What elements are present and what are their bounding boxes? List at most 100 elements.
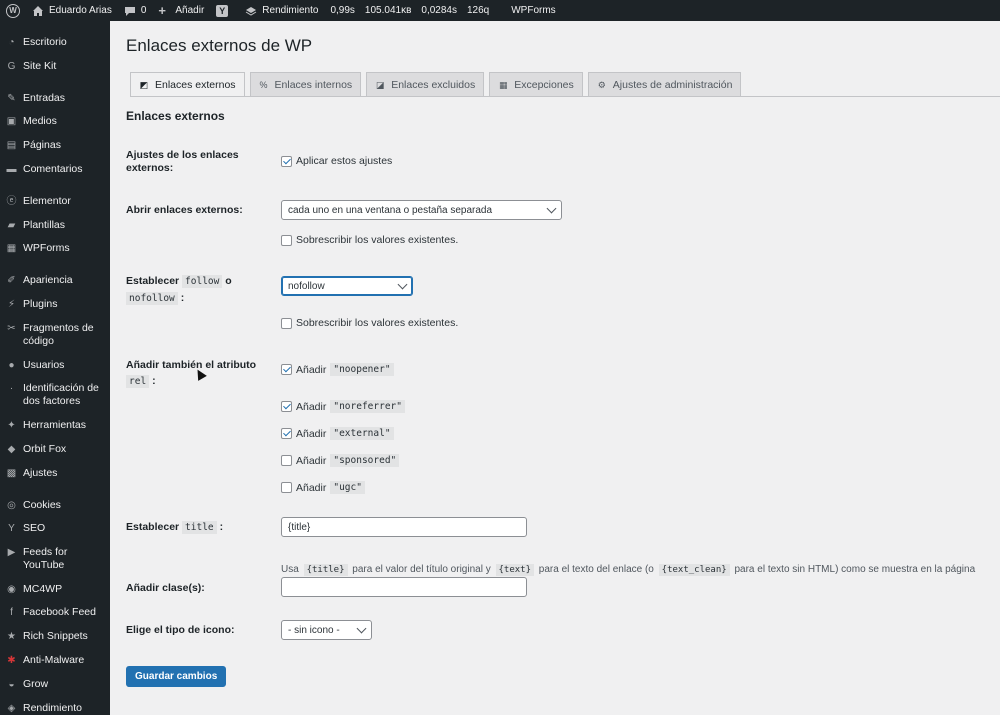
apply-settings-checkbox[interactable]: [281, 155, 292, 167]
sidebar-item-site-kit[interactable]: G Site Kit: [0, 60, 110, 73]
sidebar-item-label: Elementor: [23, 195, 71, 207]
overwrite-open-row[interactable]: Sobrescribir los valores existentes.: [281, 234, 458, 246]
tab-enlaces-excluidos[interactable]: ◪ Enlaces excluidos: [366, 72, 485, 97]
media-icon: ▣: [6, 116, 17, 127]
sidebar-item-label: Rich Snippets: [23, 630, 88, 642]
sidebar-item-plugins[interactable]: ⚡ Plugins: [0, 298, 110, 311]
sidebar-item-apariencia[interactable]: ✐ Apariencia: [0, 274, 110, 287]
dashboard-icon: ◔: [8, 37, 15, 48]
noreferrer-checkbox[interactable]: [281, 401, 292, 412]
tab-label: Enlaces excluidos: [391, 79, 476, 91]
tab-label: Excepciones: [514, 79, 574, 91]
add-label: Añadir: [296, 363, 327, 376]
rel-sponsored-row[interactable]: Añadir "sponsored": [281, 454, 400, 467]
sidebar-item-mc4wp[interactable]: ◉ MC4WP: [0, 583, 110, 596]
wp-logo-button[interactable]: W: [0, 0, 26, 21]
sidebar-item-comentarios[interactable]: ▬ Comentarios: [0, 163, 110, 176]
title-input-value: {title}: [288, 521, 311, 533]
users-icon: ●: [8, 360, 15, 371]
sidebar-item-dos-factores[interactable]: · Identificación de dos factores: [0, 382, 110, 408]
admin-sidebar: ◔ Escritorio G Site Kit ✎ Entradas ▣ Medios …: [0, 21, 110, 715]
sidebar-item-elementor[interactable]: ⓔ Elementor: [0, 195, 110, 208]
stat-time: 0,99s: [330, 5, 355, 16]
ugc-code: "ugc": [330, 481, 365, 494]
plus-icon: +: [158, 2, 166, 18]
sidebar-item-entradas[interactable]: ✎ Entradas: [0, 92, 110, 105]
comments-link[interactable]: 0: [118, 0, 153, 21]
add-new-label: Añadir: [175, 5, 205, 16]
stat-queries: 126q: [466, 5, 490, 16]
sidebar-item-youtube[interactable]: ▶ Feeds for YouTube: [0, 546, 110, 572]
sidebar-item-ajustes[interactable]: ▩ Ajustes: [0, 467, 110, 480]
rel-colon: :: [152, 375, 156, 387]
title-input[interactable]: {title}: [281, 517, 527, 537]
sidebar-item-grow[interactable]: ◒ Grow: [0, 678, 110, 691]
rel-noopener-row[interactable]: Añadir "noopener": [281, 363, 394, 376]
rel-noreferrer-row[interactable]: Añadir "noreferrer": [281, 400, 405, 413]
rel-ugc-row[interactable]: Añadir "ugc": [281, 481, 365, 494]
site-name: Eduardo Arias: [49, 5, 112, 16]
sidebar-item-seo[interactable]: Y SEO: [0, 522, 110, 535]
sidebar-item-anti-malware[interactable]: ✱ Anti-Malware: [0, 654, 110, 667]
nofollow-code: nofollow: [126, 292, 178, 305]
sponsored-checkbox[interactable]: [281, 455, 292, 466]
performance-menu[interactable]: Rendimiento: [239, 0, 324, 21]
save-button[interactable]: Guardar cambios: [126, 666, 227, 687]
query-monitor[interactable]: 0,99s 105.041ĸʙ 0,0284s 126q: [324, 0, 505, 21]
sidebar-item-usuarios[interactable]: ● Usuarios: [0, 359, 110, 372]
sidebar-item-label: MC4WP: [23, 583, 63, 595]
title-label-pre: Establecer: [126, 521, 180, 533]
malware-icon: ✱: [7, 655, 16, 666]
icon-type-select[interactable]: - sin icono -: [281, 620, 372, 640]
apply-settings-checkbox-row[interactable]: Aplicar estos ajustes: [281, 155, 392, 167]
sidebar-item-cookies[interactable]: ◎ Cookies: [0, 499, 110, 512]
wpforms-menu[interactable]: WPForms: [505, 0, 561, 21]
add-label: Añadir: [296, 454, 327, 467]
overwrite-open-checkbox[interactable]: [281, 234, 292, 246]
title-label: Establecer title :: [126, 521, 286, 534]
tab-enlaces-externos[interactable]: ◩ Enlaces externos: [130, 72, 245, 97]
sidebar-item-escritorio[interactable]: ◔ Escritorio: [0, 36, 110, 49]
tab-excepciones[interactable]: ▦ Excepciones: [489, 72, 583, 97]
rel-external-row[interactable]: Añadir "external": [281, 427, 394, 440]
class-input[interactable]: [281, 577, 527, 597]
site-name-link[interactable]: Eduardo Arias: [26, 0, 118, 21]
sidebar-item-label: Facebook Feed: [23, 606, 96, 618]
open-links-label: Abrir enlaces externos:: [126, 204, 243, 216]
performance-icon: [245, 5, 257, 17]
add-new-link[interactable]: + Añadir: [152, 0, 210, 21]
sidebar-item-label: Usuarios: [23, 359, 65, 371]
sidebar-item-paginas[interactable]: ▤ Páginas: [0, 139, 110, 152]
sidebar-item-label: Entradas: [23, 92, 66, 104]
ugc-checkbox[interactable]: [281, 482, 292, 493]
external-checkbox[interactable]: [281, 428, 292, 439]
overwrite-open-label: Sobrescribir los valores existentes.: [296, 234, 459, 246]
sidebar-item-orbit-fox[interactable]: ◆ Orbit Fox: [0, 443, 110, 456]
tab-ajustes-administracion[interactable]: ⚙ Ajustes de administración: [587, 72, 742, 97]
follow-select[interactable]: nofollow: [281, 276, 413, 296]
noopener-checkbox[interactable]: [281, 364, 292, 375]
open-links-select[interactable]: cada uno en una ventana o pestaña separa…: [281, 200, 562, 220]
tab-enlaces-internos[interactable]: % Enlaces internos: [249, 72, 362, 97]
sidebar-item-plantillas[interactable]: ▰ Plantillas: [0, 219, 110, 232]
sidebar-item-herramientas[interactable]: ✦ Herramientas: [0, 419, 110, 432]
sidebar-item-wpforms[interactable]: ▦ WPForms: [0, 242, 110, 255]
sidebar-item-medios[interactable]: ▣ Medios: [0, 115, 110, 128]
main-content: Enlaces externos de WP ◩ Enlaces externos…: [110, 21, 1000, 715]
follow-colon: :: [180, 292, 185, 304]
sidebar-item-rich-snippets[interactable]: ★ Rich Snippets: [0, 630, 110, 643]
noopener-code: "noopener": [330, 363, 394, 376]
sidebar-item-facebook-feed[interactable]: f Facebook Feed: [0, 606, 110, 619]
grow-icon: ◒: [8, 679, 15, 690]
overwrite-follow-row[interactable]: Sobrescribir los valores existentes.: [281, 317, 458, 329]
sidebar-item-rendimiento[interactable]: ◈ Rendimiento: [0, 702, 110, 715]
yoast-menu[interactable]: Y: [210, 0, 239, 21]
wordpress-icon: W: [6, 3, 20, 18]
chevron-down-icon: [546, 203, 557, 214]
sidebar-item-label: Cookies: [23, 499, 61, 511]
sidebar-item-fragmentos[interactable]: ✂ Fragmentos de código: [0, 322, 110, 348]
sidebar-item-label: Plugins: [23, 298, 58, 310]
overwrite-follow-checkbox[interactable]: [281, 317, 292, 329]
elementor-icon: ⓔ: [6, 196, 17, 207]
follow-code: follow: [182, 275, 223, 288]
